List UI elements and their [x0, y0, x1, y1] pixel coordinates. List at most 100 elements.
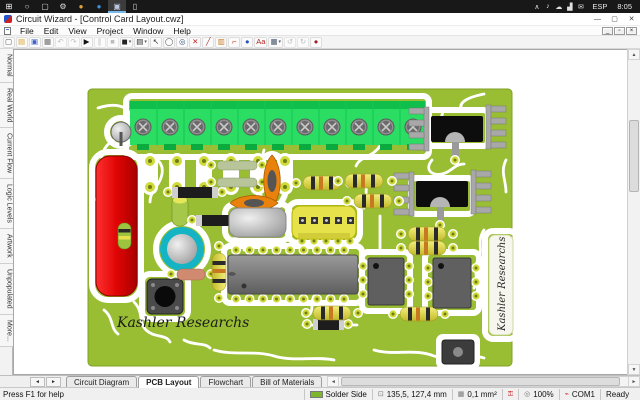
autoroute-button[interactable]: ⌐ — [228, 36, 241, 48]
menu-window[interactable]: Window — [128, 26, 168, 36]
scroll-right-arrow[interactable]: ► — [628, 377, 639, 386]
horizontal-scrollbar[interactable]: ◄ ► — [327, 376, 640, 387]
resistor-vertical-left[interactable] — [117, 222, 132, 250]
scroll-left-arrow[interactable]: ◄ — [328, 377, 340, 386]
status-help-text: Press F1 for help — [3, 389, 64, 399]
zoom-tool-button[interactable]: ◎ — [176, 36, 189, 48]
open-button[interactable]: ▤ — [15, 36, 28, 48]
os-taskbar: ⊞ ○ ▢ ⚙ ● ● ▣ ▯ ∧ ♪ ☁ ▟ ✉ ESP 8:05 — [0, 0, 640, 13]
pause-button[interactable]: ∥ — [93, 36, 106, 48]
text-tool-button[interactable]: Aa — [254, 36, 268, 48]
layer-label: Solder Side — [325, 389, 367, 399]
dropdown-arrow-icon[interactable]: ▾ — [144, 39, 147, 45]
sil-network[interactable] — [291, 205, 357, 246]
settings-icon[interactable]: ⚙ — [54, 0, 72, 13]
dropdown-arrow-icon[interactable]: ▾ — [279, 39, 282, 45]
view-tab-more[interactable]: More... — [0, 314, 13, 348]
search-icon[interactable]: ○ — [18, 0, 36, 13]
rotate-right-button[interactable]: ↻ — [297, 36, 310, 48]
document-icon — [4, 26, 11, 35]
mdi-restore-button[interactable]: ▫ — [614, 26, 625, 35]
redo-button[interactable]: ↷ — [67, 36, 80, 48]
network-icon[interactable]: ▟ — [564, 3, 575, 11]
menu-edit[interactable]: Edit — [39, 26, 64, 36]
menu-project[interactable]: Project — [92, 26, 128, 36]
taskbar-tray: ∧ ♪ ☁ ▟ ✉ ESP 8:05 — [531, 0, 640, 13]
com-port-panel[interactable]: ⌁ COM1 — [558, 388, 600, 400]
vertical-scrollbar[interactable]: ▲ ▼ — [627, 49, 640, 375]
tray-chevron-icon[interactable]: ∧ — [531, 3, 542, 11]
menu-file[interactable]: File — [15, 26, 39, 36]
task-view-icon[interactable]: ▢ — [36, 0, 54, 13]
circuit-wizard-app-icon[interactable]: ▣ — [108, 0, 126, 13]
toolbar: ▢ ▤ ▣ ▦ ↶ ↷ ▶ ∥ ■ ◼ ▾ ▤ ▾ ↖ ◯ ◎ ✕ ╱ ▥ ⌐ … — [0, 36, 640, 49]
pan-tool-button[interactable]: ◯ — [162, 36, 176, 48]
circuit-wizard-icon — [4, 15, 12, 23]
gallery-button[interactable]: ▥ — [215, 36, 228, 48]
mdi-close-button[interactable]: × — [626, 26, 637, 35]
language-indicator[interactable]: ESP — [586, 2, 613, 11]
workspace: Normal Real World Current Flow Logic Levels… — [0, 49, 640, 375]
undo-button[interactable]: ↶ — [54, 36, 67, 48]
save-button[interactable]: ▣ — [28, 36, 41, 48]
ready-panel: Ready — [600, 388, 640, 400]
layer-indicator[interactable]: Solder Side — [303, 388, 372, 400]
new-button[interactable]: ▢ — [2, 36, 15, 48]
onedrive-icon[interactable]: ☁ — [553, 3, 564, 11]
restore-button[interactable]: ▢ — [606, 13, 623, 25]
view-tab-current-flow[interactable]: Current Flow — [0, 128, 13, 180]
wire-tool-button[interactable]: ╱ — [202, 36, 215, 48]
browser-edge-icon[interactable]: ● — [90, 0, 108, 13]
terminal-block[interactable] — [130, 101, 425, 150]
volume-icon[interactable]: ♪ — [542, 3, 553, 10]
scroll-up-arrow[interactable]: ▲ — [628, 49, 640, 60]
tab-flowchart[interactable]: Flowchart — [200, 376, 252, 387]
push-button[interactable] — [146, 278, 184, 315]
area-value: 0,1 mm² — [467, 389, 497, 399]
tab-scroll-right-button[interactable]: ► — [46, 377, 61, 387]
clock[interactable]: 8:05 — [613, 2, 640, 11]
tab-circuit-diagram[interactable]: Circuit Diagram — [66, 376, 138, 387]
vertical-scroll-thumb[interactable] — [629, 120, 639, 192]
browser-chrome-icon[interactable]: ● — [72, 0, 90, 13]
stop-button[interactable]: ■ — [106, 36, 119, 48]
mdi-minimize-button[interactable]: _ — [602, 26, 613, 35]
grid-button[interactable]: ▦ ▾ — [268, 36, 284, 48]
rotate-left-button[interactable]: ↺ — [284, 36, 297, 48]
tab-bill-of-materials[interactable]: Bill of Materials — [252, 376, 323, 387]
view-tab-logic-levels[interactable]: Logic Levels — [0, 179, 13, 230]
view-tab-real-world[interactable]: Real World — [0, 82, 13, 129]
close-button[interactable]: ✕ — [623, 13, 640, 25]
relay-gray[interactable] — [228, 207, 287, 238]
zoom-panel[interactable]: ◎ 100% — [518, 388, 559, 400]
print-button[interactable]: ▦ — [41, 36, 54, 48]
menu-view[interactable]: View — [63, 26, 91, 36]
capacitor-teal[interactable] — [160, 227, 204, 271]
view-tab-normal[interactable]: Normal — [0, 49, 13, 83]
publish-button[interactable]: ● — [310, 36, 323, 48]
minimize-button[interactable]: — — [589, 13, 606, 25]
capacitor-green-small[interactable] — [171, 195, 189, 227]
bead-tool-button[interactable]: ● — [241, 36, 254, 48]
menu-help[interactable]: Help — [168, 26, 195, 36]
horizontal-scroll-thumb[interactable] — [341, 377, 620, 386]
start-icon[interactable]: ⊞ — [0, 0, 18, 13]
view-tab-artwork[interactable]: Artwork — [0, 229, 13, 264]
pcb-canvas[interactable]: Kashler Researchs Kashler Researchs — [13, 49, 627, 375]
corner-connector[interactable] — [441, 339, 475, 365]
component-mode-button[interactable]: ◼ ▾ — [119, 36, 134, 48]
scroll-down-arrow[interactable]: ▼ — [628, 364, 640, 375]
phone-icon[interactable]: ▯ — [126, 0, 144, 13]
tab-scroll-left-button[interactable]: ◄ — [30, 377, 45, 387]
select-tool-button[interactable]: ↖ — [149, 36, 162, 48]
tab-pcb-layout[interactable]: PCB Layout — [138, 376, 200, 388]
dropdown-arrow-icon[interactable]: ▾ — [129, 39, 132, 45]
lock-panel[interactable]: ⚿ — [501, 388, 518, 400]
view-mode-button[interactable]: ▤ ▾ — [134, 36, 149, 48]
grid-icon: ▦ — [457, 390, 465, 398]
capacitor-red[interactable] — [95, 155, 138, 297]
chat-icon[interactable]: ✉ — [575, 3, 586, 11]
delete-tool-button[interactable]: ✕ — [189, 36, 202, 48]
view-tab-unpopulated[interactable]: Unpopulated — [0, 263, 13, 315]
run-button[interactable]: ▶ — [80, 36, 93, 48]
